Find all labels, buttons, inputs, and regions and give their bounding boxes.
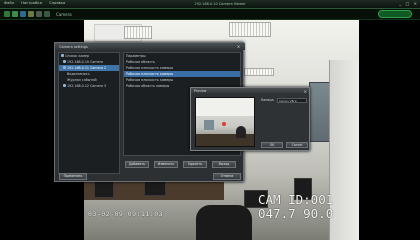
- cancel-button[interactable]: Отмена: [213, 173, 241, 180]
- tree-item-label: 192.168.0.11 Camera 2: [67, 66, 107, 70]
- close-button[interactable]: ×: [414, 1, 417, 6]
- minimize-button[interactable]: _: [399, 1, 401, 6]
- camera-icon: [63, 84, 66, 87]
- dialog-close-icon[interactable]: ×: [236, 44, 241, 49]
- cabinet: [329, 60, 359, 240]
- preview-close-icon[interactable]: ×: [304, 89, 307, 94]
- preview-dialog: Preview × Камера Canon VB-C OK Cancel: [190, 87, 310, 151]
- tree-item-label: Видеозапись: [67, 72, 90, 76]
- tree-item-label: 192.168.0.10 Camera: [67, 60, 104, 64]
- preview-person: [236, 126, 246, 138]
- add-button[interactable]: Добавить: [125, 161, 149, 168]
- preview-field[interactable]: Canon VB-C: [277, 98, 307, 103]
- ceiling-light: [244, 68, 274, 76]
- apply-button[interactable]: Применить: [59, 173, 87, 180]
- play-icon[interactable]: [4, 11, 10, 17]
- preview-image: [195, 97, 255, 147]
- ceiling-light: [229, 22, 271, 37]
- dialog-title: Camera settings: [55, 43, 245, 50]
- osd-cam-id: CAM ID:001: [258, 192, 334, 207]
- layout-icon[interactable]: [28, 11, 34, 17]
- person-silhouette: [196, 205, 252, 240]
- preview-marker: [222, 122, 226, 126]
- preview-window: [204, 120, 214, 130]
- window-controls: _ □ ×: [396, 1, 417, 6]
- tree-item-label: Журнал событий: [67, 78, 97, 82]
- title-bar: Файл Настройки Справка 192.168.0.10 Came…: [0, 0, 420, 9]
- snapshot-icon[interactable]: [44, 11, 50, 17]
- camera-tree: Список камер 192.168.0.10 Camera 192.168…: [58, 52, 120, 174]
- tree-item-label: Список камер: [65, 54, 90, 58]
- preview-ceiling: [196, 98, 254, 116]
- osd-timestamp: 03-02-09 09:11:03: [88, 210, 164, 218]
- preview-desk: [196, 134, 254, 146]
- folder-icon: [61, 54, 64, 57]
- settings-icon[interactable]: [36, 11, 42, 17]
- record-icon[interactable]: [12, 11, 18, 17]
- toolbar-label: Camera: [56, 11, 72, 17]
- preview-field-label: Камера: [261, 98, 274, 102]
- osd-cam-info: CAM ID:001 047.7 90.0: [258, 193, 333, 220]
- edit-button[interactable]: Изменить: [154, 161, 178, 168]
- preview-cancel-button[interactable]: Cancel: [286, 142, 308, 148]
- menu-settings[interactable]: Настройки: [21, 1, 42, 5]
- ceiling-light: [124, 26, 152, 39]
- menu-help[interactable]: Справка: [49, 1, 65, 5]
- delete-button[interactable]: Удалить: [183, 161, 207, 168]
- osd-coords: 047.7 90.0: [258, 205, 334, 221]
- window-title: 192.168.0.10 Camera Viewer: [194, 1, 246, 6]
- menu-bar: Файл Настройки Справка: [4, 1, 71, 5]
- camera-icon: [63, 66, 66, 69]
- maximize-button[interactable]: □: [406, 1, 410, 6]
- tree-item-label: 192.168.0.12 Camera 3: [67, 84, 107, 88]
- menu-file[interactable]: Файл: [4, 1, 14, 5]
- exit-button[interactable]: Выход: [212, 161, 236, 168]
- toolbar: Camera: [0, 9, 420, 20]
- connection-toggle[interactable]: [378, 10, 412, 18]
- camera-icon[interactable]: [20, 11, 26, 17]
- preview-title: Preview: [191, 88, 309, 94]
- monitor: [94, 180, 114, 198]
- camera-icon: [63, 60, 66, 63]
- tree-item[interactable]: 192.168.0.12 Camera 3: [59, 83, 119, 89]
- ok-button[interactable]: OK: [261, 142, 283, 148]
